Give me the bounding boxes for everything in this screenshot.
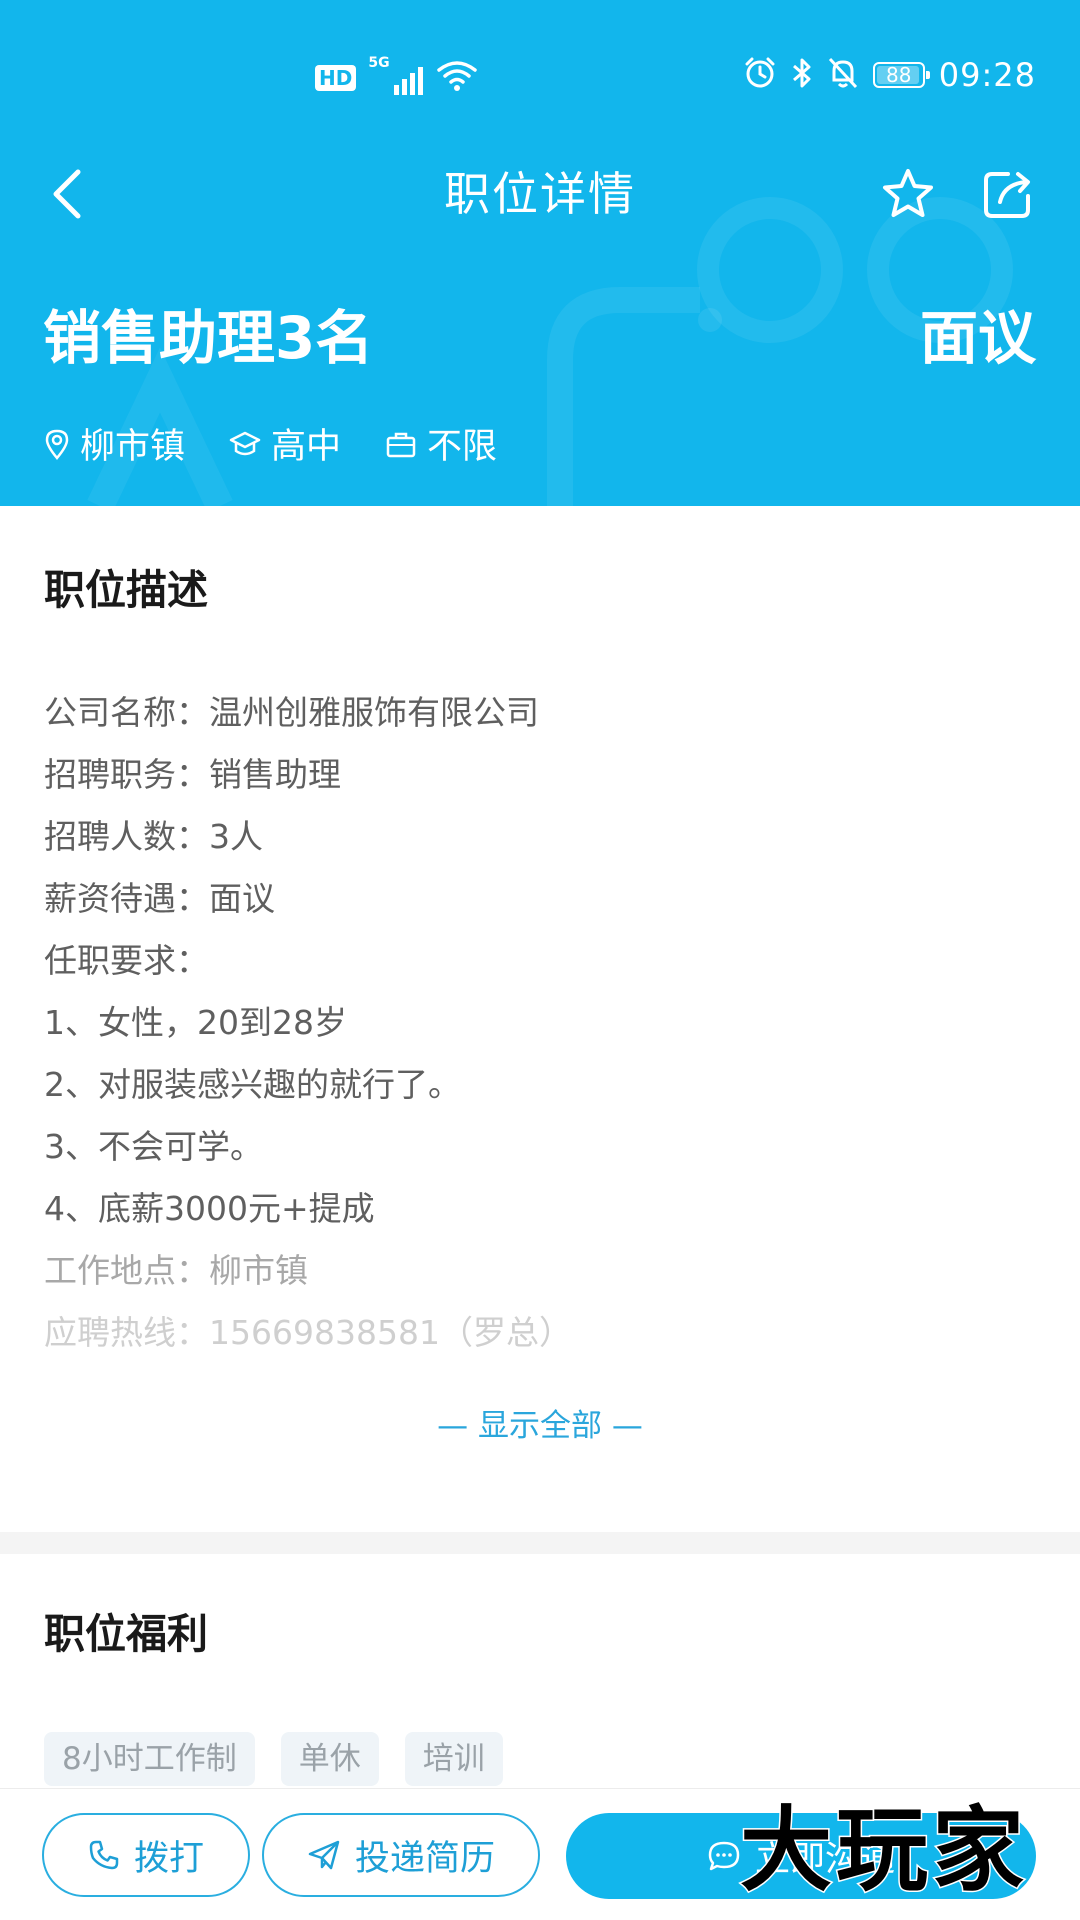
description-line: 1、女性，20到28岁: [44, 1003, 347, 1042]
wifi-icon: [437, 60, 478, 96]
job-detail-page: HD 5G 88 09:28 职位详情 销售助理3名 面议 柳市镇 高中 不限 …: [0, 0, 1080, 1920]
paper-plane-icon: [308, 1840, 340, 1870]
job-benefits-section: 职位福利 8小时工作制 单休 培训: [0, 1554, 1080, 1790]
job-title: 销售助理3名: [43, 304, 374, 372]
description-line: 薪资待遇：面议: [44, 879, 275, 918]
battery-level: 88: [886, 63, 912, 87]
battery-icon: 88: [872, 62, 930, 88]
briefcase-icon: [386, 432, 416, 457]
alarm-icon: [743, 56, 777, 94]
description-line: 应聘热线：15669838581（罗总）: [44, 1313, 572, 1352]
description-line: 2、对服装感兴趣的就行了。: [44, 1065, 461, 1104]
mute-bell-icon: [827, 56, 859, 94]
cellular-signal-icon: 5G: [368, 55, 424, 95]
description-line: 任职要求：: [44, 941, 209, 980]
share-button[interactable]: [976, 162, 1040, 226]
benefits-title: 职位福利: [44, 1610, 208, 1658]
job-header: HD 5G 88 09:28 职位详情 销售助理3名 面议 柳市镇 高中 不限: [0, 0, 1080, 506]
hd-badge: HD: [315, 65, 357, 91]
submit-resume-button[interactable]: 投递简历: [262, 1813, 540, 1897]
phone-icon: [89, 1840, 119, 1870]
job-meta: 柳市镇 高中 不限: [44, 418, 497, 469]
navigation-bar: 职位详情: [0, 150, 1080, 240]
location-pin-icon: [45, 429, 69, 460]
section-divider: [0, 1532, 1080, 1554]
meta-experience: 不限: [385, 418, 497, 469]
star-icon: [883, 169, 933, 217]
network-type-label: 5G: [368, 55, 390, 71]
favorite-button[interactable]: [876, 162, 940, 226]
brand-watermark-logo: 大玩家: [739, 1796, 1028, 1901]
resume-label: 投递简历: [354, 1838, 495, 1879]
description-content: 公司名称：温州创雅服饰有限公司 招聘职务：销售助理 招聘人数：3人 薪资待遇：面…: [44, 682, 1044, 1364]
status-right: 88 09:28: [743, 56, 1036, 94]
meta-education: 高中: [229, 418, 341, 469]
job-location: 柳市镇: [80, 427, 186, 467]
bluetooth-icon: [791, 56, 813, 94]
status-time: 09:28: [938, 56, 1036, 94]
description-line: 4、底薪3000元+提成: [44, 1189, 375, 1228]
job-description-section: 职位描述 公司名称：温州创雅服饰有限公司 招聘职务：销售助理 招聘人数：3人 薪…: [0, 506, 1080, 1536]
graduation-cap-icon: [229, 431, 261, 455]
job-experience: 不限: [427, 427, 498, 467]
benefit-tags: 8小时工作制 单休 培训: [44, 1732, 503, 1786]
benefit-tag: 8小时工作制: [44, 1732, 255, 1786]
call-button[interactable]: 拨打: [42, 1813, 250, 1897]
benefit-tag: 单休: [280, 1732, 379, 1786]
meta-location: 柳市镇: [44, 418, 185, 469]
description-title: 职位描述: [44, 566, 208, 614]
share-icon: [984, 172, 1030, 218]
job-salary: 面议: [919, 304, 1036, 372]
show-all-button[interactable]: — 显示全部 —: [0, 1402, 1080, 1450]
description-line: 招聘职务：销售助理: [44, 755, 341, 794]
job-education: 高中: [271, 427, 342, 467]
description-line: 3、不会可学。: [44, 1127, 263, 1166]
status-bar: HD 5G 88 09:28: [0, 50, 1080, 110]
description-line: 公司名称：温州创雅服饰有限公司: [44, 693, 539, 732]
status-left: HD 5G: [315, 55, 478, 96]
brand-watermark-text: 大玩家: [740, 1797, 1028, 1900]
description-line: 工作地点：柳市镇: [44, 1251, 308, 1290]
description-line: 招聘人数：3人: [44, 817, 263, 856]
call-label: 拨打: [133, 1838, 204, 1879]
benefit-tag: 培训: [404, 1732, 503, 1786]
